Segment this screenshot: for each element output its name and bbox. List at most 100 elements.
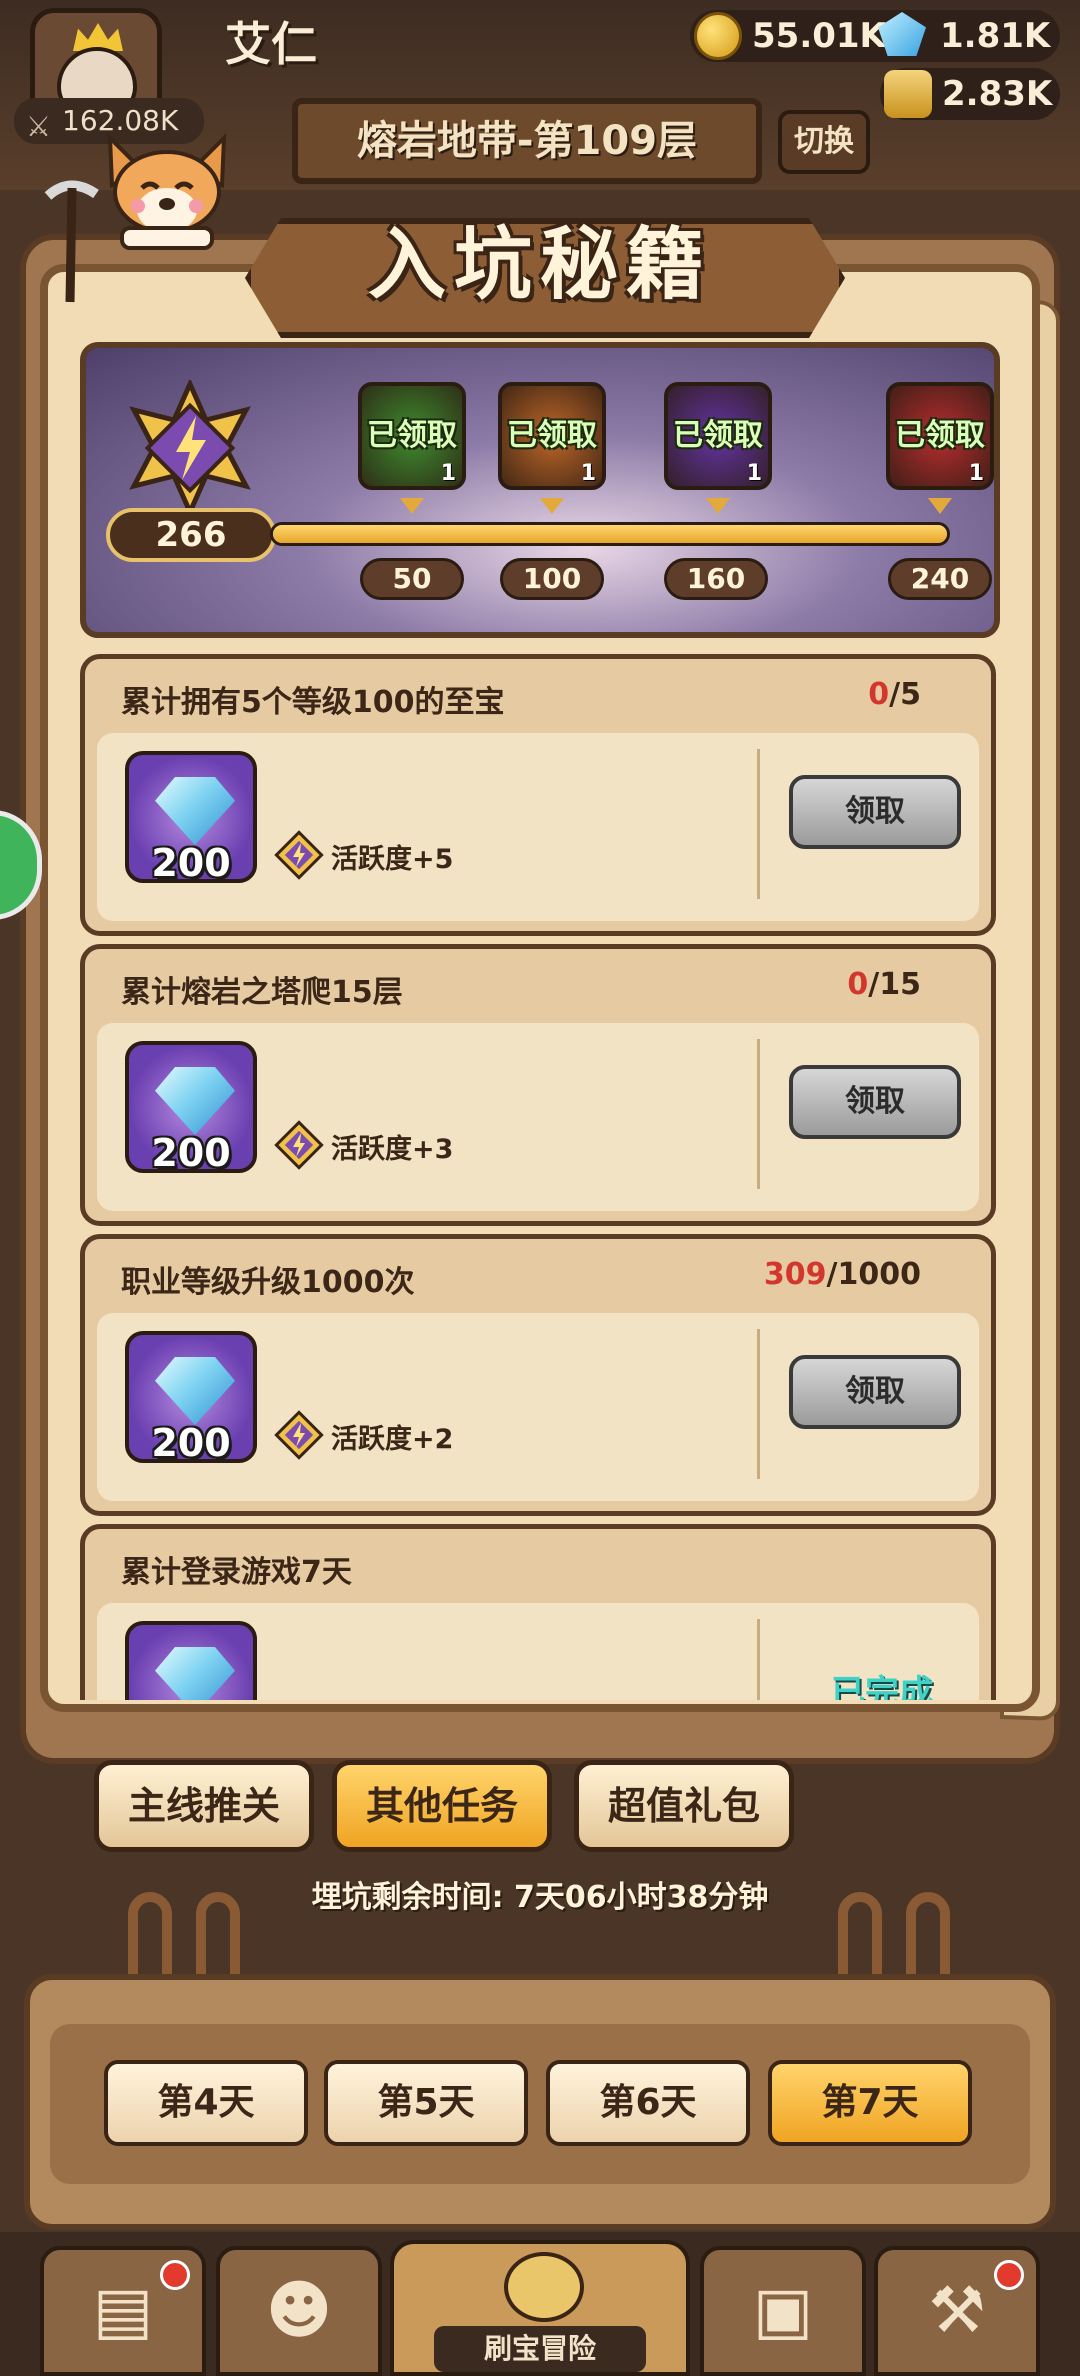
milestone-points: 100 xyxy=(500,558,604,600)
activity-points: 266 xyxy=(106,508,276,562)
milestone-claimed-label: 已领取 xyxy=(895,418,985,453)
activity-progress-bar xyxy=(270,522,950,546)
task-card: 累计拥有5个等级100的至宝 0/5 200 活跃度+5 领取 xyxy=(80,654,996,936)
milestone-claimed-label: 已领取 xyxy=(507,418,597,453)
potion-jar-icon xyxy=(884,70,932,118)
activity-points-icon xyxy=(274,830,324,880)
completed-label: 已完成 xyxy=(831,1673,933,1700)
day-button-6[interactable]: 第6天 xyxy=(546,2060,750,2146)
activity-progress-fill xyxy=(273,525,947,543)
gem-icon xyxy=(878,12,928,60)
tab-value-pack[interactable]: 超值礼包 xyxy=(574,1760,794,1852)
task-title: 累计登录游戏7天 xyxy=(121,1555,352,1590)
day-button-4[interactable]: 第4天 xyxy=(104,2060,308,2146)
pickaxe-icon xyxy=(44,180,99,303)
task-title: 职业等级升级1000次 xyxy=(121,1265,415,1300)
hero-icon: ☻ xyxy=(265,2274,333,2348)
backpack-icon: ▣ xyxy=(752,2274,814,2348)
milestone-points: 240 xyxy=(888,558,992,600)
task-progress-current: 309 xyxy=(763,1257,827,1292)
task-progress-current: 0 xyxy=(868,677,890,712)
task-body: 200 已完成 xyxy=(97,1603,979,1700)
gem-reward-tile: 200 xyxy=(125,1041,257,1175)
potion-value: 2.83K xyxy=(942,74,1053,114)
activity-reward-label: 活跃度+2 xyxy=(331,1424,454,1455)
day-button-7[interactable]: 第7天 xyxy=(768,2060,972,2146)
divider xyxy=(757,1619,760,1700)
gem-reward-tile: 200 xyxy=(125,751,257,885)
blue-gem-icon xyxy=(155,1067,235,1135)
switch-floor-button[interactable]: 切换 xyxy=(778,110,870,174)
task-card: 累计熔岩之塔爬15层 0/15 200 活跃度+3 领取 xyxy=(80,944,996,1226)
reward-amount: 200 xyxy=(151,1131,231,1175)
milestone-quantity: 1 xyxy=(580,461,596,486)
nav-hero-button[interactable]: ☻ xyxy=(216,2246,382,2376)
task-body: 200 活跃度+2 领取 xyxy=(97,1313,979,1501)
task-progress-current: 0 xyxy=(847,967,869,1002)
claim-button[interactable]: 领取 xyxy=(789,775,961,849)
day-button-5[interactable]: 第5天 xyxy=(324,2060,528,2146)
player-name: 艾仁 xyxy=(225,17,317,71)
blue-gem-icon xyxy=(155,777,235,845)
gem-reward-tile: 200 xyxy=(125,1331,257,1465)
tab-main-quest[interactable]: 主线推关 xyxy=(94,1760,314,1852)
dialog-title: 入坑秘籍 xyxy=(367,220,712,310)
milestone-marker xyxy=(400,498,424,514)
divider xyxy=(757,1039,760,1189)
task-progress: 309/1000 xyxy=(764,1257,921,1292)
task-progress: 0/15 xyxy=(847,967,921,1002)
task-progress-target: /15 xyxy=(868,967,921,1002)
activity-emblem-icon xyxy=(129,380,251,516)
potion-counter[interactable]: 2.83K xyxy=(880,68,1060,120)
milestone-points: 50 xyxy=(360,558,464,600)
crossed-swords-icon: ⚔ xyxy=(26,110,52,143)
milestone-marker xyxy=(928,498,952,514)
nav-adventure-label: 刷宝冒险 xyxy=(434,2326,646,2372)
notification-badge xyxy=(994,2260,1024,2290)
blue-gem-icon xyxy=(155,1357,235,1425)
task-progress-target: /5 xyxy=(889,677,921,712)
task-progress-target: /1000 xyxy=(826,1257,921,1292)
milestone-quantity: 1 xyxy=(746,461,762,486)
milestone-marker xyxy=(706,498,730,514)
notification-badge xyxy=(160,2260,190,2290)
milestone-marker xyxy=(540,498,564,514)
nav-backpack-button[interactable]: ▣ xyxy=(700,2246,866,2376)
activity-reward-label: 活跃度+3 xyxy=(331,1134,454,1165)
claim-button[interactable]: 领取 xyxy=(789,1355,961,1429)
nav-forge-button[interactable]: ⚒ xyxy=(874,2246,1040,2376)
task-progress: 0/5 xyxy=(868,677,921,712)
activity-reward-label: 活跃度+5 xyxy=(331,844,454,875)
activity-points-icon xyxy=(274,1120,324,1170)
milestone-points: 160 xyxy=(664,558,768,600)
gem-value: 1.81K xyxy=(940,16,1051,56)
blue-gem-icon xyxy=(155,1647,235,1700)
milestone-chest[interactable]: 已领取 1 xyxy=(664,382,772,490)
task-body: 200 活跃度+5 领取 xyxy=(97,733,979,921)
task-list[interactable]: 累计拥有5个等级100的至宝 0/5 200 活跃度+5 领取 累计熔岩之塔爬15层 0/1… xyxy=(76,654,1006,1700)
milestone-quantity: 1 xyxy=(440,461,456,486)
milestone-chest[interactable]: 已领取 1 xyxy=(358,382,466,490)
tab-other-tasks[interactable]: 其他任务 xyxy=(332,1760,552,1852)
nav-adventure-button[interactable]: 刷宝冒险 xyxy=(390,2240,690,2376)
nav-shop-button[interactable]: ▤ xyxy=(40,2246,206,2376)
reward-amount: 200 xyxy=(151,1421,231,1465)
divider xyxy=(757,749,760,899)
floor-banner: 熔岩地带-第109层 xyxy=(292,98,762,184)
task-body: 200 活跃度+3 领取 xyxy=(97,1023,979,1211)
gold-coin-icon xyxy=(694,12,742,60)
milestone-chest[interactable]: 已领取 1 xyxy=(498,382,606,490)
corgi-mascot-icon xyxy=(107,132,227,250)
claim-button[interactable]: 领取 xyxy=(789,1065,961,1139)
milestone-claimed-label: 已领取 xyxy=(367,418,457,453)
task-card: 累计登录游戏7天 200 已完成 xyxy=(80,1524,996,1700)
activity-points-icon xyxy=(274,1410,324,1460)
milestone-claimed-label: 已领取 xyxy=(673,418,763,453)
compass-icon xyxy=(504,2252,584,2322)
milestone-chest[interactable]: 已领取 1 xyxy=(886,382,994,490)
task-title: 累计熔岩之塔爬15层 xyxy=(121,975,403,1010)
task-card: 职业等级升级1000次 309/1000 200 活跃度+2 领取 xyxy=(80,1234,996,1516)
task-title: 累计拥有5个等级100的至宝 xyxy=(121,685,505,720)
divider xyxy=(757,1329,760,1479)
reward-amount: 200 xyxy=(151,841,231,885)
